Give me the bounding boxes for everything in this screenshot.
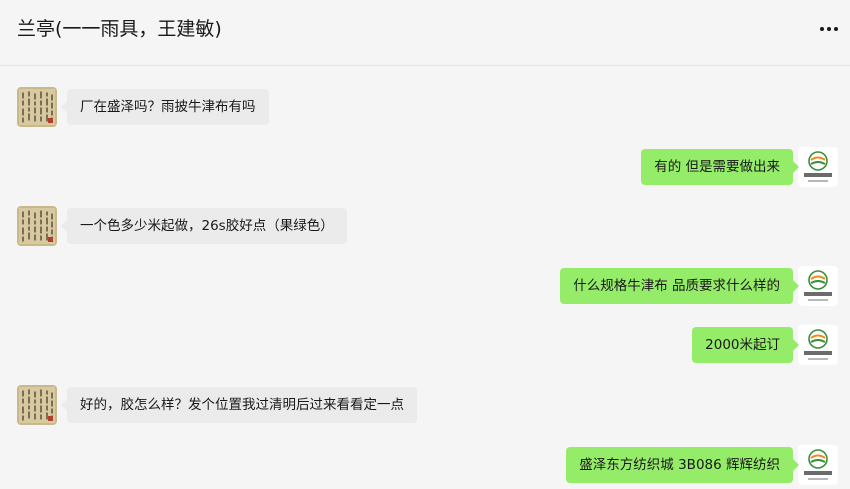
- calligraphy-avatar-icon[interactable]: [17, 385, 57, 425]
- message-row: 2000米起订: [0, 325, 850, 365]
- company-logo-avatar-icon[interactable]: [798, 445, 838, 485]
- calligraphy-avatar-icon[interactable]: [17, 206, 57, 246]
- message-row: 一个色多少米起做，26s胶好点（果绿色）: [0, 206, 850, 246]
- message-bubble[interactable]: 厂在盛泽吗？雨披牛津布有吗: [61, 89, 269, 125]
- company-logo-avatar-icon[interactable]: [798, 266, 838, 306]
- message-bubble[interactable]: 2000米起订: [692, 327, 799, 363]
- message-bubble[interactable]: 有的 但是需要做出来: [641, 149, 799, 185]
- chat-title: 兰亭(一一雨具，王建敏): [17, 18, 222, 40]
- message-bubble[interactable]: 什么规格牛津布 品质要求什么样的: [560, 268, 799, 304]
- message-row: 好的，胶怎么样？发个位置我过清明后过来看看定一点: [0, 385, 850, 425]
- message-row: 厂在盛泽吗？雨披牛津布有吗: [0, 87, 850, 127]
- chat-header: 兰亭(一一雨具，王建敏): [0, 0, 850, 66]
- company-logo-avatar-icon[interactable]: [798, 147, 838, 187]
- message-row: 有的 但是需要做出来: [0, 147, 850, 187]
- message-row: 什么规格牛津布 品质要求什么样的: [0, 266, 850, 306]
- message-bubble[interactable]: 好的，胶怎么样？发个位置我过清明后过来看看定一点: [61, 387, 417, 423]
- message-list: 厂在盛泽吗？雨披牛津布有吗 有的 但是需要做出来 一个色多少米起做，26s胶好点…: [0, 67, 850, 489]
- message-bubble[interactable]: 一个色多少米起做，26s胶好点（果绿色）: [61, 208, 347, 244]
- more-dots-icon[interactable]: [818, 16, 840, 42]
- message-bubble[interactable]: 盛泽东方纺织城 3B086 辉辉纺织: [566, 447, 799, 483]
- company-logo-avatar-icon[interactable]: [798, 325, 838, 365]
- message-row: 盛泽东方纺织城 3B086 辉辉纺织: [0, 445, 850, 485]
- calligraphy-avatar-icon[interactable]: [17, 87, 57, 127]
